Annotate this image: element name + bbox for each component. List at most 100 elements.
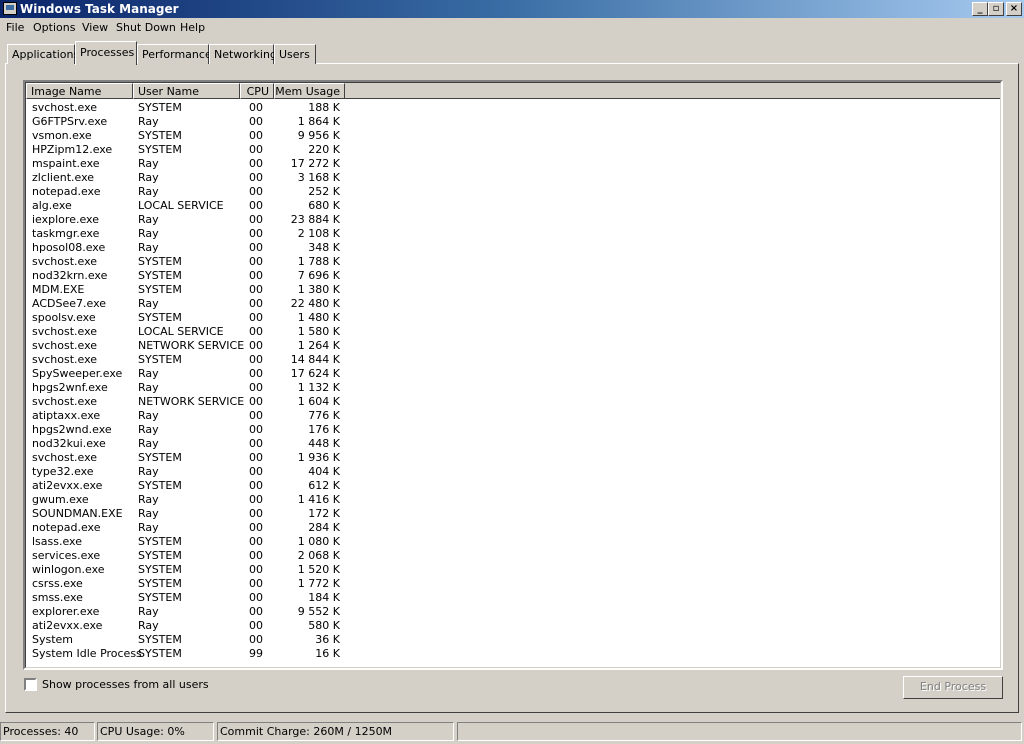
table-row[interactable]: svchost.exe SYSTEM 00 1 788 K [26,255,1000,269]
table-row[interactable]: iexplore.exe Ray 00 23 884 K [26,213,1000,227]
table-row[interactable]: winlogon.exe SYSTEM 00 1 520 K [26,563,1000,577]
table-row[interactable]: HPZipm12.exe SYSTEM 00 220 K [26,143,1000,157]
table-row[interactable]: System Idle Process SYSTEM 99 16 K [26,647,1000,661]
tab-processes[interactable]: Processes [75,41,137,65]
process-user: SYSTEM [138,129,182,142]
table-row[interactable]: ati2evxx.exe Ray 00 580 K [26,619,1000,633]
table-row[interactable]: notepad.exe Ray 00 284 K [26,521,1000,535]
process-cpu: 00 [249,199,263,212]
table-row[interactable]: csrss.exe SYSTEM 00 1 772 K [26,577,1000,591]
process-name: alg.exe [32,199,72,212]
process-cpu: 00 [249,269,263,282]
table-row[interactable]: hpgs2wnd.exe Ray 00 176 K [26,423,1000,437]
close-button[interactable]: × [1006,2,1022,16]
process-name: lsass.exe [32,535,82,548]
process-mem: 348 K [308,241,340,254]
table-row[interactable]: G6FTPSrv.exe Ray 00 1 864 K [26,115,1000,129]
table-row[interactable]: smss.exe SYSTEM 00 184 K [26,591,1000,605]
table-row[interactable]: hpgs2wnf.exe Ray 00 1 132 K [26,381,1000,395]
table-row[interactable]: svchost.exe NETWORK SERVICE 00 1 604 K [26,395,1000,409]
process-cpu: 00 [249,157,263,170]
process-cpu: 00 [249,409,263,422]
menu-file[interactable]: File [6,21,24,34]
process-user: SYSTEM [138,101,182,114]
process-cpu: 00 [249,325,263,338]
table-row[interactable]: mspaint.exe Ray 00 17 272 K [26,157,1000,171]
column-header-user-name[interactable]: User Name [133,83,240,99]
table-row[interactable]: svchost.exe SYSTEM 00 1 936 K [26,451,1000,465]
process-user: Ray [138,171,159,184]
process-user: SYSTEM [138,549,182,562]
table-row[interactable]: ati2evxx.exe SYSTEM 00 612 K [26,479,1000,493]
table-row[interactable]: svchost.exe SYSTEM 00 14 844 K [26,353,1000,367]
process-mem: 176 K [308,423,340,436]
table-row[interactable]: System SYSTEM 00 36 K [26,633,1000,647]
table-row[interactable]: alg.exe LOCAL SERVICE 00 680 K [26,199,1000,213]
table-row[interactable]: taskmgr.exe Ray 00 2 108 K [26,227,1000,241]
process-name: taskmgr.exe [32,227,100,240]
table-row[interactable]: SpySweeper.exe Ray 00 17 624 K [26,367,1000,381]
tab-users[interactable]: Users [274,44,316,64]
task-manager-icon[interactable] [3,2,17,15]
process-mem: 252 K [308,185,340,198]
table-row[interactable]: services.exe SYSTEM 00 2 068 K [26,549,1000,563]
process-cpu: 00 [249,563,263,576]
table-row[interactable]: nod32kui.exe Ray 00 448 K [26,437,1000,451]
process-user: Ray [138,465,159,478]
menu-help[interactable]: Help [180,21,205,34]
menu-options[interactable]: Options [33,21,75,34]
table-row[interactable]: gwum.exe Ray 00 1 416 K [26,493,1000,507]
menu-shut-down[interactable]: Shut Down [116,21,176,34]
process-user: Ray [138,213,159,226]
table-row[interactable]: vsmon.exe SYSTEM 00 9 956 K [26,129,1000,143]
table-row[interactable]: explorer.exe Ray 00 9 552 K [26,605,1000,619]
process-name: nod32krn.exe [32,269,108,282]
restore-button[interactable]: ▫ [988,2,1004,16]
process-mem: 1 480 K [297,311,340,324]
table-row[interactable]: ACDSee7.exe Ray 00 22 480 K [26,297,1000,311]
process-cpu: 00 [249,283,263,296]
table-row[interactable]: svchost.exe LOCAL SERVICE 00 1 580 K [26,325,1000,339]
process-name: iexplore.exe [32,213,99,226]
process-cpu: 00 [249,213,263,226]
process-mem: 1 936 K [297,451,340,464]
process-user: SYSTEM [138,269,182,282]
column-header-cpu[interactable]: CPU [240,83,274,99]
table-row[interactable]: MDM.EXE SYSTEM 00 1 380 K [26,283,1000,297]
tab-networking[interactable]: Networking [209,44,277,64]
table-row[interactable]: svchost.exe SYSTEM 00 188 K [26,101,1000,115]
process-name: svchost.exe [32,395,98,408]
process-cpu: 00 [249,437,263,450]
process-name: HPZipm12.exe [32,143,113,156]
table-row[interactable]: atiptaxx.exe Ray 00 776 K [26,409,1000,423]
show-all-users-checkbox[interactable] [24,678,37,691]
process-list[interactable]: Image Name User Name CPU Mem Usage svcho… [23,80,1003,670]
process-user: Ray [138,423,159,436]
menu-view[interactable]: View [82,21,108,34]
table-row[interactable]: nod32krn.exe SYSTEM 00 7 696 K [26,269,1000,283]
table-row[interactable]: spoolsv.exe SYSTEM 00 1 480 K [26,311,1000,325]
process-mem: 1 520 K [297,563,340,576]
table-row[interactable]: lsass.exe SYSTEM 00 1 080 K [26,535,1000,549]
table-row[interactable]: svchost.exe NETWORK SERVICE 00 1 264 K [26,339,1000,353]
table-row[interactable]: hposol08.exe Ray 00 348 K [26,241,1000,255]
process-cpu: 00 [249,129,263,142]
table-row[interactable]: type32.exe Ray 00 404 K [26,465,1000,479]
table-row[interactable]: notepad.exe Ray 00 252 K [26,185,1000,199]
title-bar[interactable]: Windows Task Manager _ ▫ × [0,0,1024,18]
tab-applications[interactable]: Applications [7,44,79,64]
process-mem: 7 696 K [297,269,340,282]
tab-performance[interactable]: Performance [137,44,212,64]
process-mem: 1 080 K [297,535,340,548]
end-process-button[interactable]: End Process [903,676,1003,699]
process-cpu: 00 [249,423,263,436]
process-user: SYSTEM [138,311,182,324]
table-row[interactable]: SOUNDMAN.EXE Ray 00 172 K [26,507,1000,521]
minimize-button[interactable]: _ [972,2,988,16]
column-header-mem-usage[interactable]: Mem Usage [274,83,345,99]
table-row[interactable]: zlclient.exe Ray 00 3 168 K [26,171,1000,185]
show-all-users-label[interactable]: Show processes from all users [42,678,209,691]
column-header-image-name[interactable]: Image Name [26,83,133,99]
process-mem: 776 K [308,409,340,422]
process-cpu: 00 [249,605,263,618]
